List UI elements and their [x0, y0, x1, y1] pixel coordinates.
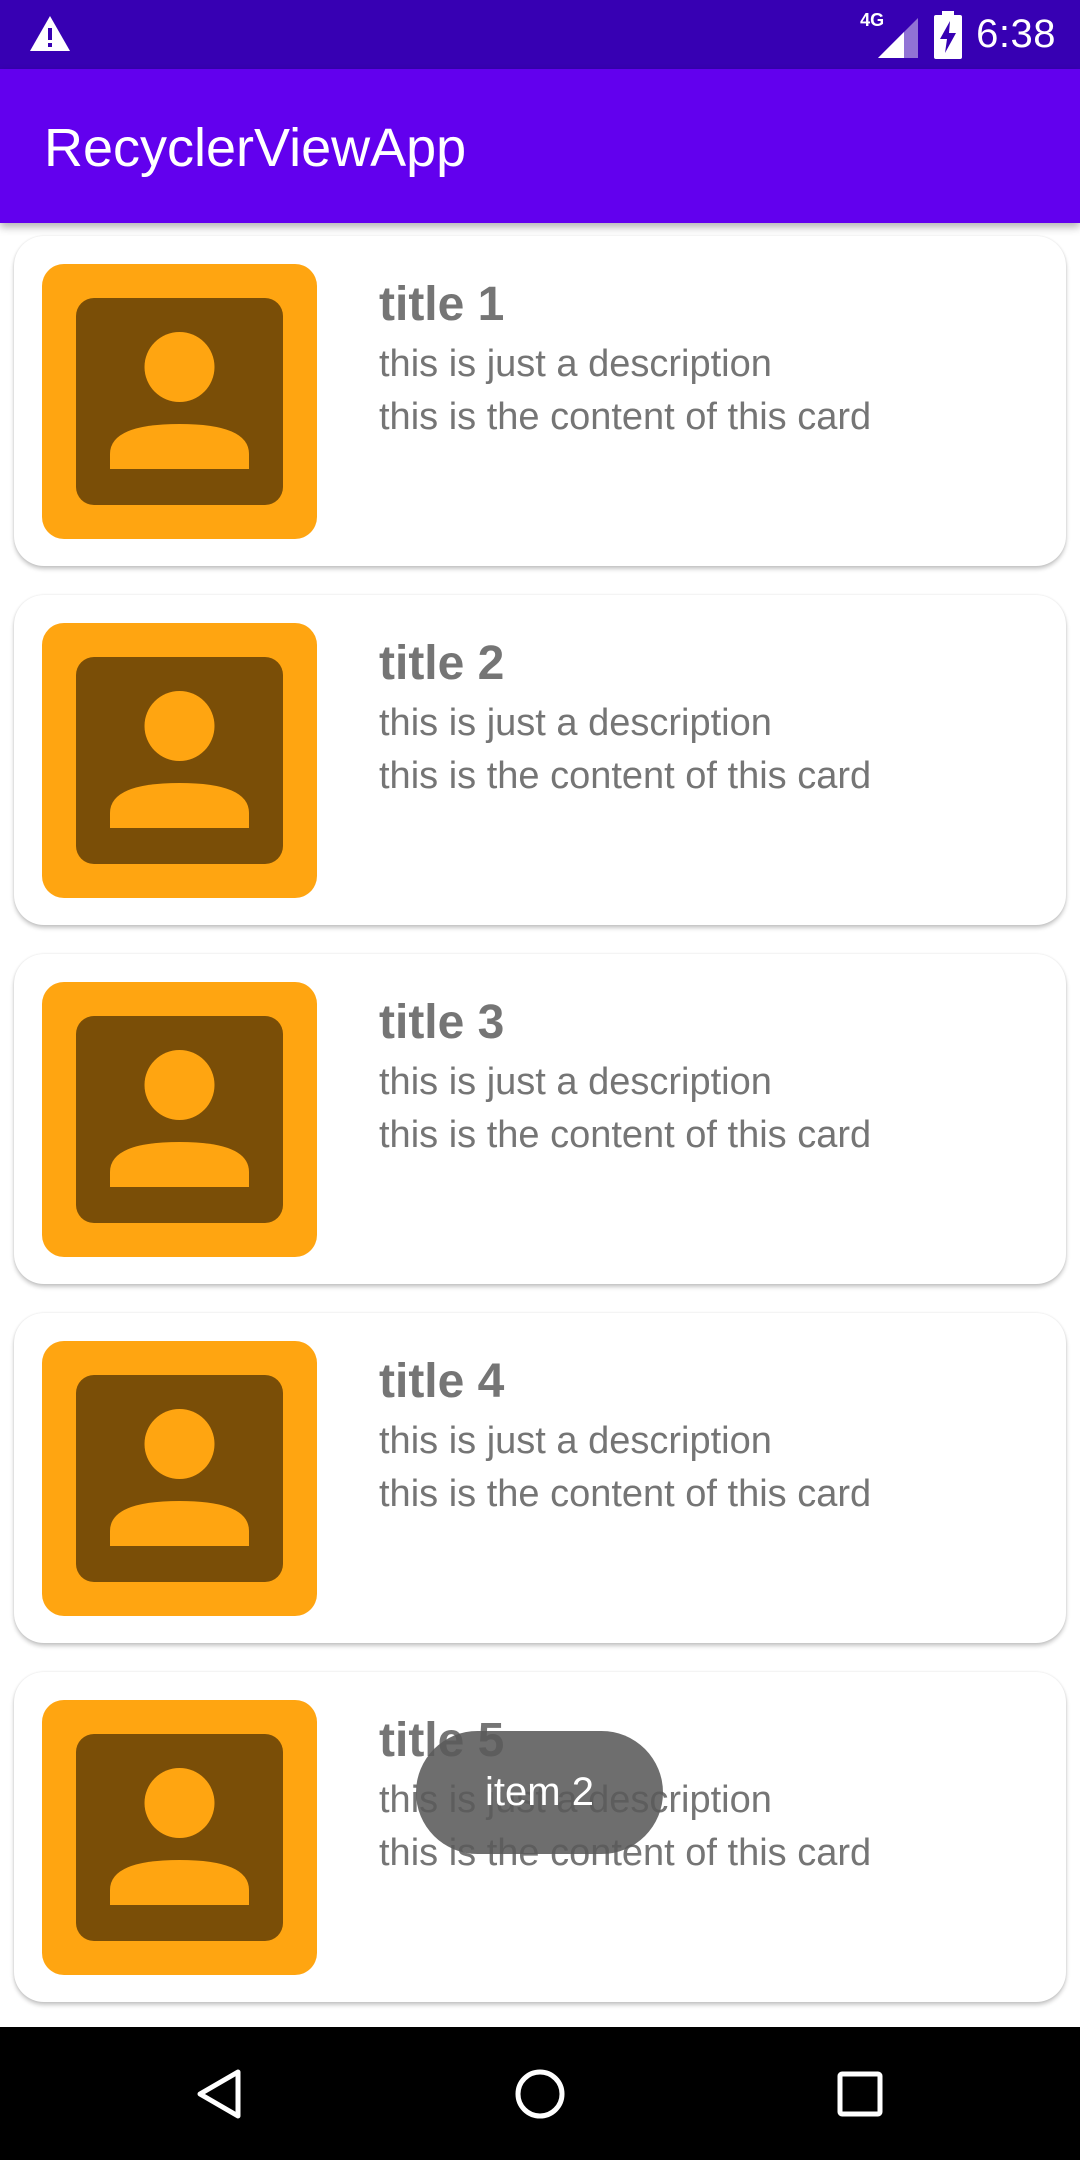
card-description: this is just a description	[379, 702, 772, 744]
status-icons: 4G 6:38	[860, 0, 1056, 69]
home-button[interactable]	[480, 2027, 600, 2160]
card-title: title 1	[379, 278, 505, 331]
card-item-3[interactable]: title 3 this is just a description this …	[14, 954, 1066, 1284]
card-description: this is just a description	[379, 1061, 772, 1103]
card-text: title 3 this is just a description this …	[379, 990, 1039, 1162]
card-title: title 2	[379, 637, 505, 690]
card-content: this is the content of this card	[379, 1473, 872, 1515]
card-item-1[interactable]: title 1 this is just a description this …	[14, 236, 1066, 566]
status-time: 6:38	[976, 12, 1056, 56]
card-text: title 4 this is just a description this …	[379, 1349, 1039, 1521]
card-item-4[interactable]: title 4 this is just a description this …	[14, 1313, 1066, 1643]
card-content: this is the content of this card	[379, 396, 872, 438]
recents-button[interactable]	[800, 2027, 920, 2160]
contact-person-icon	[42, 1700, 317, 1975]
card-content: this is the content of this card	[379, 1114, 872, 1156]
contact-person-icon	[42, 623, 317, 898]
card-title: title 4	[379, 1355, 505, 1408]
card-content: this is the content of this card	[379, 755, 872, 797]
status-bar: 4G 6:38	[0, 0, 1080, 69]
contact-person-icon	[42, 1341, 317, 1616]
contact-person-icon	[42, 982, 317, 1257]
card-text: title 1 this is just a description this …	[379, 272, 1039, 444]
card-description: this is just a description	[379, 1420, 772, 1462]
back-triangle-icon	[197, 2069, 241, 2118]
card-text: title 2 this is just a description this …	[379, 631, 1039, 803]
app-bar: RecyclerViewApp	[0, 69, 1080, 223]
card-item-2[interactable]: title 2 this is just a description this …	[14, 595, 1066, 925]
recents-square-icon	[837, 2071, 883, 2116]
warning-icon	[30, 16, 70, 51]
contact-person-icon	[42, 264, 317, 539]
card-title: title 3	[379, 996, 505, 1049]
app-title: RecyclerViewApp	[44, 118, 467, 178]
back-button[interactable]	[160, 2027, 280, 2160]
navigation-bar	[0, 2027, 1080, 2160]
cell-signal-icon: 4G	[860, 10, 920, 60]
card-description: this is just a description	[379, 343, 772, 385]
battery-charging-icon	[934, 10, 963, 59]
toast-message: item 2	[416, 1731, 663, 1854]
home-circle-icon	[515, 2069, 565, 2118]
